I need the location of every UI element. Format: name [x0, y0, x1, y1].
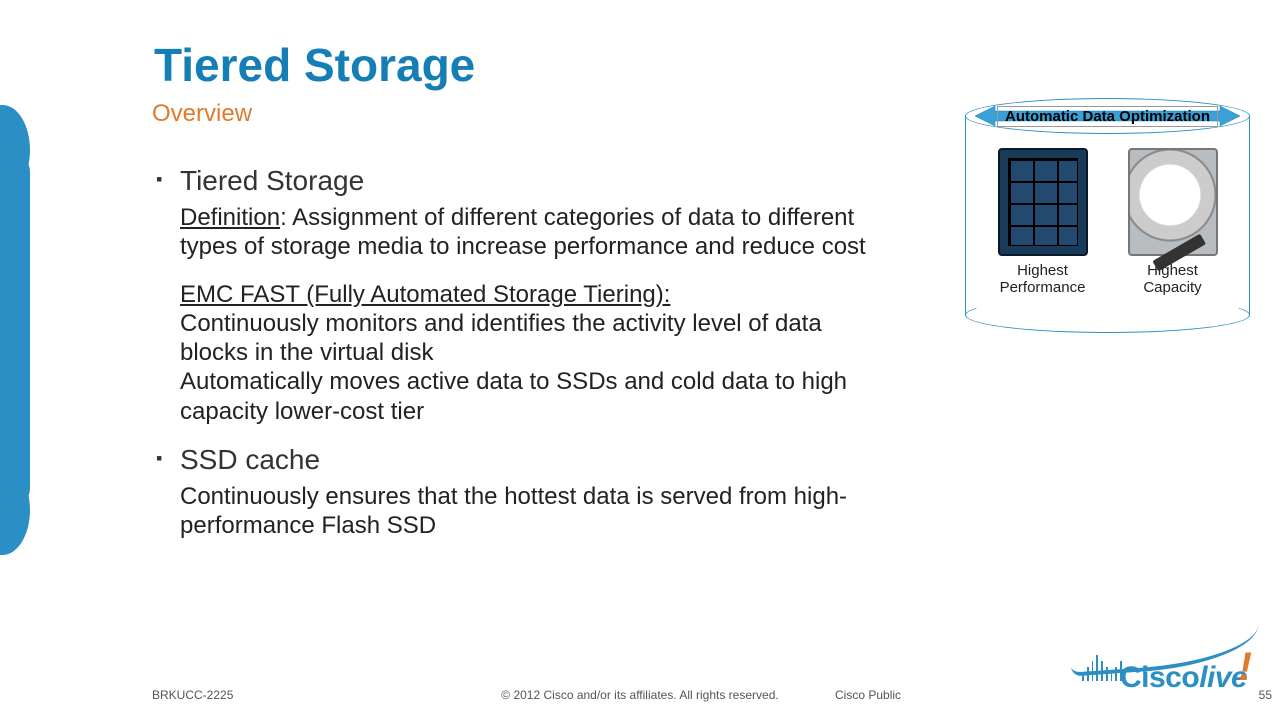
content-area: Tiered Storage Definition: Assignment of…	[156, 165, 876, 558]
hdd-label: Highest Capacity	[1120, 262, 1225, 297]
fast-label: EMC FAST (Fully Automated Storage Tierin…	[180, 281, 670, 308]
slide-title: Tiered Storage	[154, 38, 475, 92]
left-accent-bar	[0, 150, 30, 510]
definition-paragraph: Definition: Assignment of different cate…	[156, 203, 876, 262]
fast-line1: Continuously monitors and identifies the…	[180, 310, 822, 366]
slide-subtitle: Overview	[152, 100, 252, 128]
bullet-tiered-storage: Tiered Storage	[156, 165, 876, 197]
fast-line2: Automatically moves active data to SSDs …	[180, 368, 847, 424]
copyright-text: © 2012 Cisco and/or its affiliates. All …	[0, 688, 1280, 702]
cylinder-bottom	[965, 297, 1250, 333]
ado-banner-label: Automatic Data Optimization	[997, 106, 1218, 127]
ssd-icon	[998, 148, 1088, 256]
footer: BRKUCC-2225 © 2012 Cisco and/or its affi…	[0, 668, 1280, 708]
definition-text: : Assignment of different categories of …	[180, 204, 866, 260]
fast-paragraph: EMC FAST (Fully Automated Storage Tierin…	[156, 280, 876, 426]
slide: Tiered Storage Overview Tiered Storage D…	[0, 0, 1280, 720]
ssd-label: Highest Performance	[990, 262, 1095, 297]
bullet-ssd-cache: SSD cache	[156, 444, 876, 476]
page-number: 55	[1259, 688, 1272, 702]
hdd-icon	[1128, 148, 1218, 256]
definition-label: Definition	[180, 204, 280, 231]
hdd-device: Highest Capacity	[1120, 148, 1225, 297]
ssd-device: Highest Performance	[990, 148, 1095, 297]
storage-cylinder-diagram: Automatic Data Optimization Highest Perf…	[965, 98, 1250, 333]
classification-text: Cisco Public	[835, 688, 901, 702]
ssd-cache-paragraph: Continuously ensures that the hottest da…	[156, 482, 876, 541]
